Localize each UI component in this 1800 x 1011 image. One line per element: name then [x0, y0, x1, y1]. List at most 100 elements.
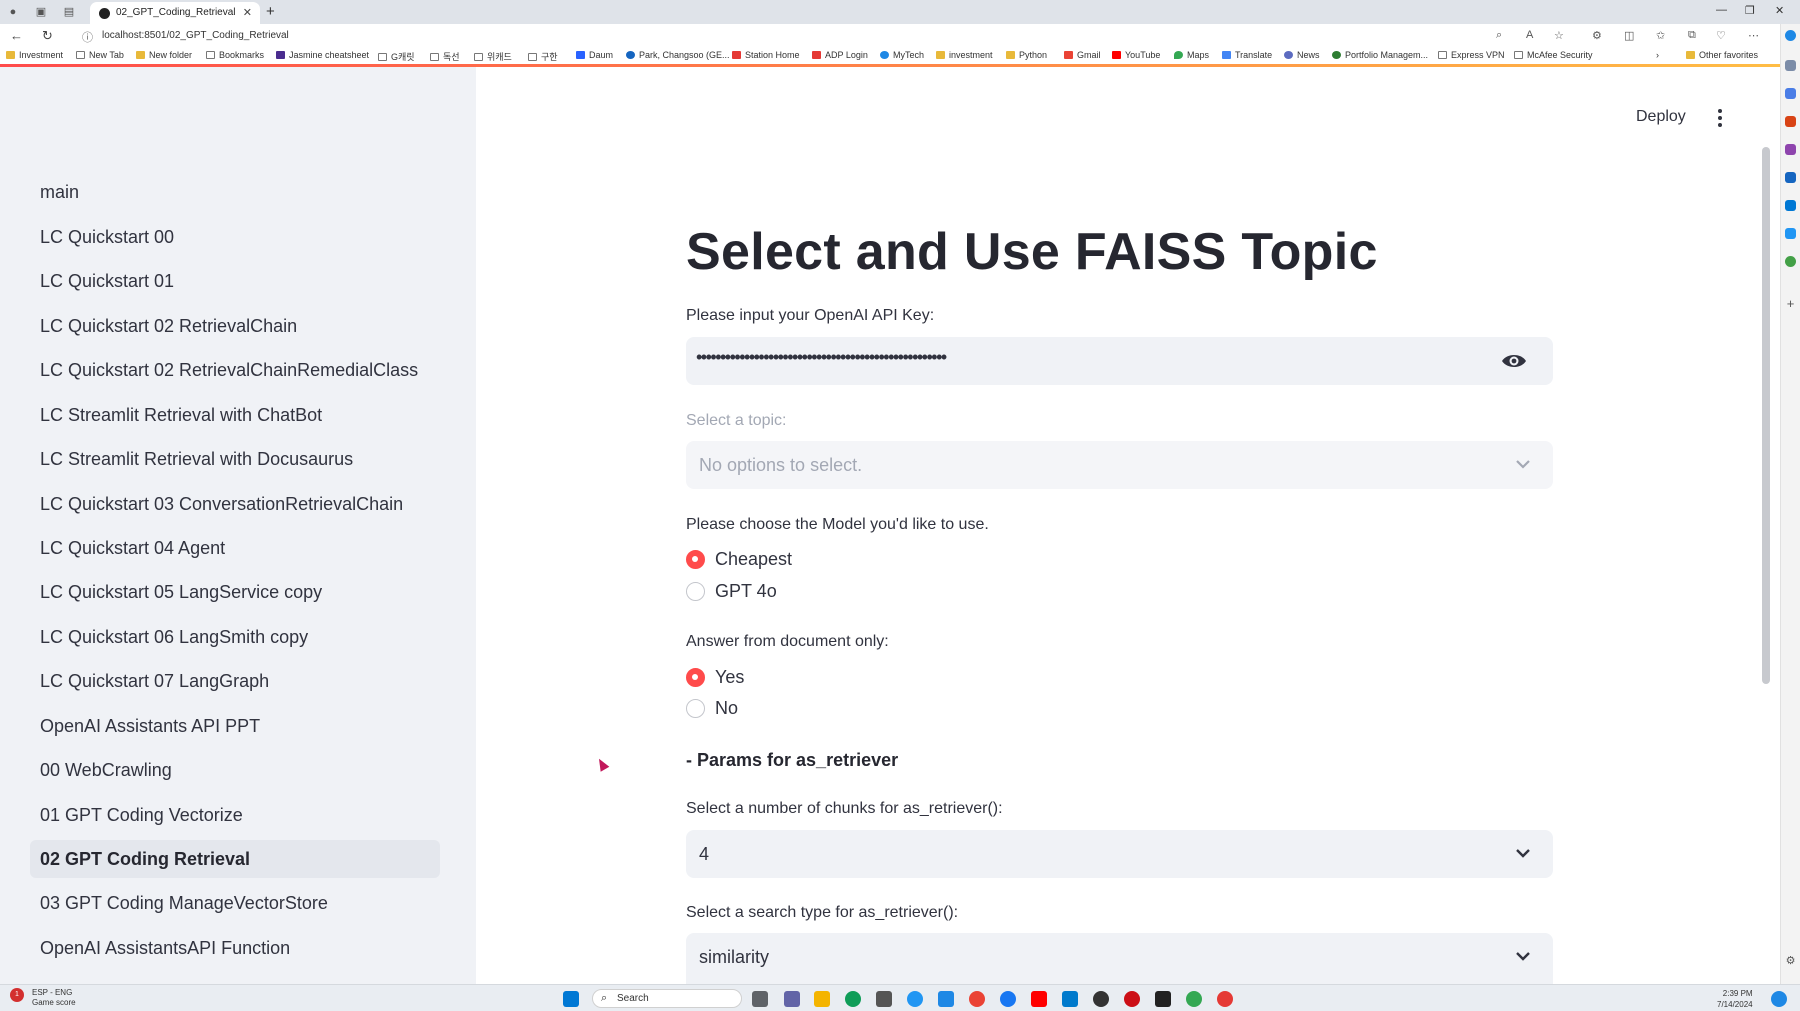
teams-icon[interactable]	[784, 991, 800, 1007]
telegram-icon[interactable]	[1785, 228, 1796, 239]
sidebar-item-lc-quickstart-01[interactable]: LC Quickstart 01	[30, 262, 440, 300]
app-icon[interactable]	[907, 991, 923, 1007]
bookmark-item[interactable]: New Tab	[76, 50, 124, 60]
favorite-star-icon[interactable]: ☆	[1554, 29, 1564, 42]
games-icon[interactable]	[1785, 144, 1796, 155]
sidebar-settings-icon[interactable]: ⚙	[1785, 956, 1796, 967]
sidebar-item-openai-assistants-ppt[interactable]: OpenAI Assistants API PPT	[30, 707, 440, 745]
browser-essentials-icon[interactable]: ♡	[1716, 29, 1726, 42]
api-key-input[interactable]: ••••••••••••••••••••••••••••••••••••••••…	[686, 337, 1553, 385]
chrome-icon[interactable]	[969, 991, 985, 1007]
bookmark-item[interactable]: Gmail	[1064, 50, 1101, 60]
show-password-eye-icon[interactable]	[1501, 352, 1527, 370]
recording-icon[interactable]	[1217, 991, 1233, 1007]
sidebar-item-lc-quickstart-06[interactable]: LC Quickstart 06 LangSmith copy	[30, 618, 440, 656]
store-icon[interactable]	[876, 991, 892, 1007]
edge-icon[interactable]	[845, 991, 861, 1007]
split-screen-icon[interactable]: ◫	[1624, 29, 1634, 42]
bookmark-item[interactable]: Daum	[576, 50, 613, 60]
url-field[interactable]: ⓘ localhost:8501/02_GPT_Coding_Retrieval	[70, 27, 1510, 45]
bookmark-item[interactable]: News	[1284, 50, 1320, 60]
bookmark-item[interactable]: YouTube	[1112, 50, 1160, 60]
add-icon[interactable]: +	[1785, 297, 1796, 310]
youtube-icon[interactable]	[1031, 991, 1047, 1007]
workspaces-icon[interactable]: ▣	[34, 5, 48, 19]
restore-icon[interactable]: ❐	[1745, 4, 1755, 17]
back-icon[interactable]: ←	[10, 28, 23, 43]
profile-icon[interactable]: ●	[6, 5, 20, 19]
drop-icon[interactable]	[1785, 256, 1796, 267]
bookmark-item[interactable]: Bookmarks	[206, 50, 264, 60]
bookmark-item[interactable]: Maps	[1174, 50, 1209, 60]
bookmark-item[interactable]: Station Home	[732, 50, 800, 60]
bookmark-item[interactable]: McAfee Security	[1514, 50, 1593, 60]
sidebar-item-lc-streamlit-docusaurus[interactable]: LC Streamlit Retrieval with Docusaurus	[30, 440, 440, 478]
maps-icon[interactable]	[1093, 991, 1109, 1007]
close-tab-icon[interactable]: ✕	[243, 6, 252, 19]
bookmark-item[interactable]: MyTech	[880, 50, 924, 60]
search-icon[interactable]	[1785, 60, 1796, 71]
bookmark-item[interactable]: G캐릿	[378, 50, 415, 63]
close-window-icon[interactable]: ✕	[1775, 4, 1784, 17]
taskbar-clock[interactable]: 2:39 PM 7/14/2024	[1717, 988, 1753, 1010]
vscode-icon[interactable]	[1062, 991, 1078, 1007]
copilot-taskbar-icon[interactable]	[1771, 991, 1787, 1007]
zoom-icon[interactable]: ⌕	[1496, 29, 1502, 42]
sidebar-item-lc-quickstart-02-remedialclass[interactable]: LC Quickstart 02 RetrievalChainRemedialC…	[30, 351, 440, 389]
sidebar-item-gpt-coding-managevectorstore[interactable]: 03 GPT Coding ManageVectorStore	[30, 884, 440, 922]
bookmark-item[interactable]: Express VPN	[1438, 50, 1505, 60]
sidebar-item-lc-quickstart-04[interactable]: LC Quickstart 04 Agent	[30, 529, 440, 567]
sidebar-item-lc-quickstart-00[interactable]: LC Quickstart 00	[30, 218, 440, 256]
bookmark-item[interactable]: Investment	[6, 50, 63, 60]
bookmark-item[interactable]: Jasmine cheatsheet	[276, 50, 369, 60]
favorites-icon[interactable]: ✩	[1656, 29, 1665, 42]
bookmark-item[interactable]: New folder	[136, 50, 192, 60]
copilot-icon[interactable]	[1785, 30, 1796, 41]
deploy-button[interactable]: Deploy	[1636, 108, 1686, 126]
chunks-select[interactable]: 4	[686, 830, 1553, 878]
sidebar-item-lc-quickstart-07[interactable]: LC Quickstart 07 LangGraph	[30, 662, 440, 700]
windows-start-icon[interactable]	[563, 991, 579, 1007]
bookmark-item[interactable]: 위캐드	[474, 50, 512, 63]
sidebar-item-gpt-coding-retrieval[interactable]: 02 GPT Coding Retrieval	[30, 840, 440, 878]
bookmark-other-favorites[interactable]: Other favorites	[1686, 50, 1758, 60]
sidebar-item-lc-quickstart-05[interactable]: LC Quickstart 05 LangService copy	[30, 573, 440, 611]
scrollbar[interactable]	[1762, 147, 1770, 684]
bookmark-item[interactable]: investment	[936, 50, 993, 60]
bookmark-item[interactable]: 독선	[430, 50, 460, 63]
microsoft365-icon[interactable]	[1785, 172, 1796, 183]
main-menu-icon[interactable]	[1718, 109, 1722, 130]
bookmark-item[interactable]: Python	[1006, 50, 1047, 60]
minimize-icon[interactable]: —	[1716, 4, 1727, 16]
sidebar-item-webcrawling[interactable]: 00 WebCrawling	[30, 751, 440, 789]
search-type-select[interactable]: similarity	[686, 933, 1553, 984]
chrome-profile-icon[interactable]	[1186, 991, 1202, 1007]
refresh-icon[interactable]: ↻	[42, 28, 53, 44]
sidebar-item-lc-quickstart-03[interactable]: LC Quickstart 03 ConversationRetrievalCh…	[30, 485, 440, 523]
task-view-icon[interactable]	[752, 991, 768, 1007]
bookmark-item[interactable]: Portfolio Managem...	[1332, 50, 1428, 60]
sidebar-item-openai-assistantsapi-function[interactable]: OpenAI AssistantsAPI Function	[30, 929, 440, 967]
bookmark-item[interactable]: Park, Changsoo (GE...	[626, 50, 730, 60]
shopping-icon[interactable]	[1785, 88, 1796, 99]
mail-icon[interactable]	[938, 991, 954, 1007]
chevron-right-icon[interactable]: ›	[1656, 50, 1659, 60]
sidebar-item-main[interactable]: main	[30, 173, 440, 211]
facebook-icon[interactable]	[1000, 991, 1016, 1007]
taskbar-search[interactable]: ⌕ Search	[592, 989, 742, 1008]
file-explorer-icon[interactable]	[814, 991, 830, 1007]
collections-icon[interactable]: ⧉	[1688, 29, 1696, 42]
opera-icon[interactable]	[1124, 991, 1140, 1007]
read-aloud-icon[interactable]: A	[1526, 29, 1533, 41]
terminal-icon[interactable]	[1155, 991, 1171, 1007]
bookmark-item[interactable]: Translate	[1222, 50, 1272, 60]
outlook-icon[interactable]	[1785, 200, 1796, 211]
new-tab-icon[interactable]: +	[266, 3, 275, 20]
sidebar-item-lc-quickstart-02-retrievalchain[interactable]: LC Quickstart 02 RetrievalChain	[30, 307, 440, 345]
tools-icon[interactable]	[1785, 116, 1796, 127]
tab-actions-icon[interactable]: ▤	[62, 5, 76, 19]
bookmark-item[interactable]: 구한	[528, 50, 558, 63]
site-info-icon[interactable]: ⓘ	[82, 29, 93, 45]
bookmark-item[interactable]: ADP Login	[812, 50, 868, 60]
sidebar-item-lc-streamlit-chatbot[interactable]: LC Streamlit Retrieval with ChatBot	[30, 396, 440, 434]
